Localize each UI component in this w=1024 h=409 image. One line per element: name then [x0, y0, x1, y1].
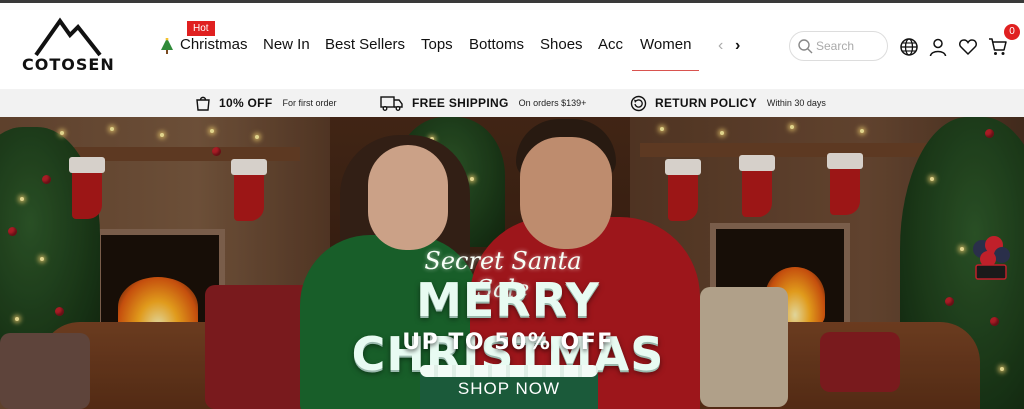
brand-logo[interactable]: COTOSEN	[22, 17, 114, 77]
nav-item-women[interactable]: Women	[631, 36, 700, 71]
promo-bar: 10% OFF For first order FREE SHIPPING On…	[0, 89, 1024, 117]
promo-title: FREE SHIPPING	[412, 96, 509, 110]
nav-item-christmas[interactable]: Hot Christmas	[160, 21, 248, 54]
nav-item-acc[interactable]: Acc	[598, 36, 623, 53]
shop-now-label: SHOP NOW	[457, 379, 561, 398]
user-icon[interactable]	[928, 37, 948, 57]
promo-sub: On orders $139+	[518, 98, 587, 108]
promo-first-order[interactable]: 10% OFF For first order	[195, 89, 336, 117]
promo-return-policy[interactable]: RETURN POLICY Within 30 days	[630, 89, 826, 117]
cart-count-badge: 0	[1004, 24, 1020, 40]
nav-item-shoes[interactable]: Shoes	[540, 36, 583, 53]
promo-title: 10% OFF	[219, 96, 273, 110]
return-icon	[630, 95, 647, 111]
nav-item-tops[interactable]: Tops	[421, 36, 453, 53]
nav-item-label: Christmas	[180, 36, 248, 53]
chevron-right-icon: ›	[735, 37, 741, 54]
search-input[interactable]	[816, 38, 882, 54]
heart-icon[interactable]	[958, 37, 978, 57]
chevron-left-icon: ‹	[718, 37, 724, 54]
promo-title: RETURN POLICY	[655, 96, 757, 110]
christmas-tree-icon	[161, 38, 173, 54]
nav-item-bottoms[interactable]: Bottoms	[469, 36, 524, 53]
search-box[interactable]	[789, 31, 888, 61]
promo-free-shipping[interactable]: FREE SHIPPING On orders $139+	[380, 89, 586, 117]
globe-icon[interactable]	[899, 37, 919, 57]
promo-sub: Within 30 days	[766, 98, 826, 108]
hero-banner[interactable]: Secret Santa Sale MERRY CHRISTMAS UP TO …	[0, 117, 1024, 409]
nav-item-new-in[interactable]: New In	[263, 36, 310, 53]
search-icon	[798, 39, 813, 54]
nav-item-best-sellers[interactable]: Best Sellers	[325, 36, 405, 53]
nav-next-button[interactable]: ›	[735, 37, 740, 55]
nav-prev-button[interactable]: ‹	[718, 37, 723, 55]
bag-icon	[196, 96, 210, 111]
balloon-badge-icon[interactable]	[968, 235, 1014, 285]
brand-name: COTOSEN	[22, 55, 115, 74]
promo-sub: For first order	[282, 98, 337, 108]
hot-badge: Hot	[187, 21, 215, 36]
mountain-logo-icon	[34, 17, 102, 57]
hero-offer: UP TO 50% OFF	[402, 330, 614, 355]
truck-icon	[380, 96, 403, 111]
site-header: COTOSEN Hot Christmas New In Best Seller…	[0, 3, 1024, 89]
cart-icon[interactable]	[988, 37, 1008, 57]
shop-now-button[interactable]: SHOP NOW	[420, 365, 598, 409]
